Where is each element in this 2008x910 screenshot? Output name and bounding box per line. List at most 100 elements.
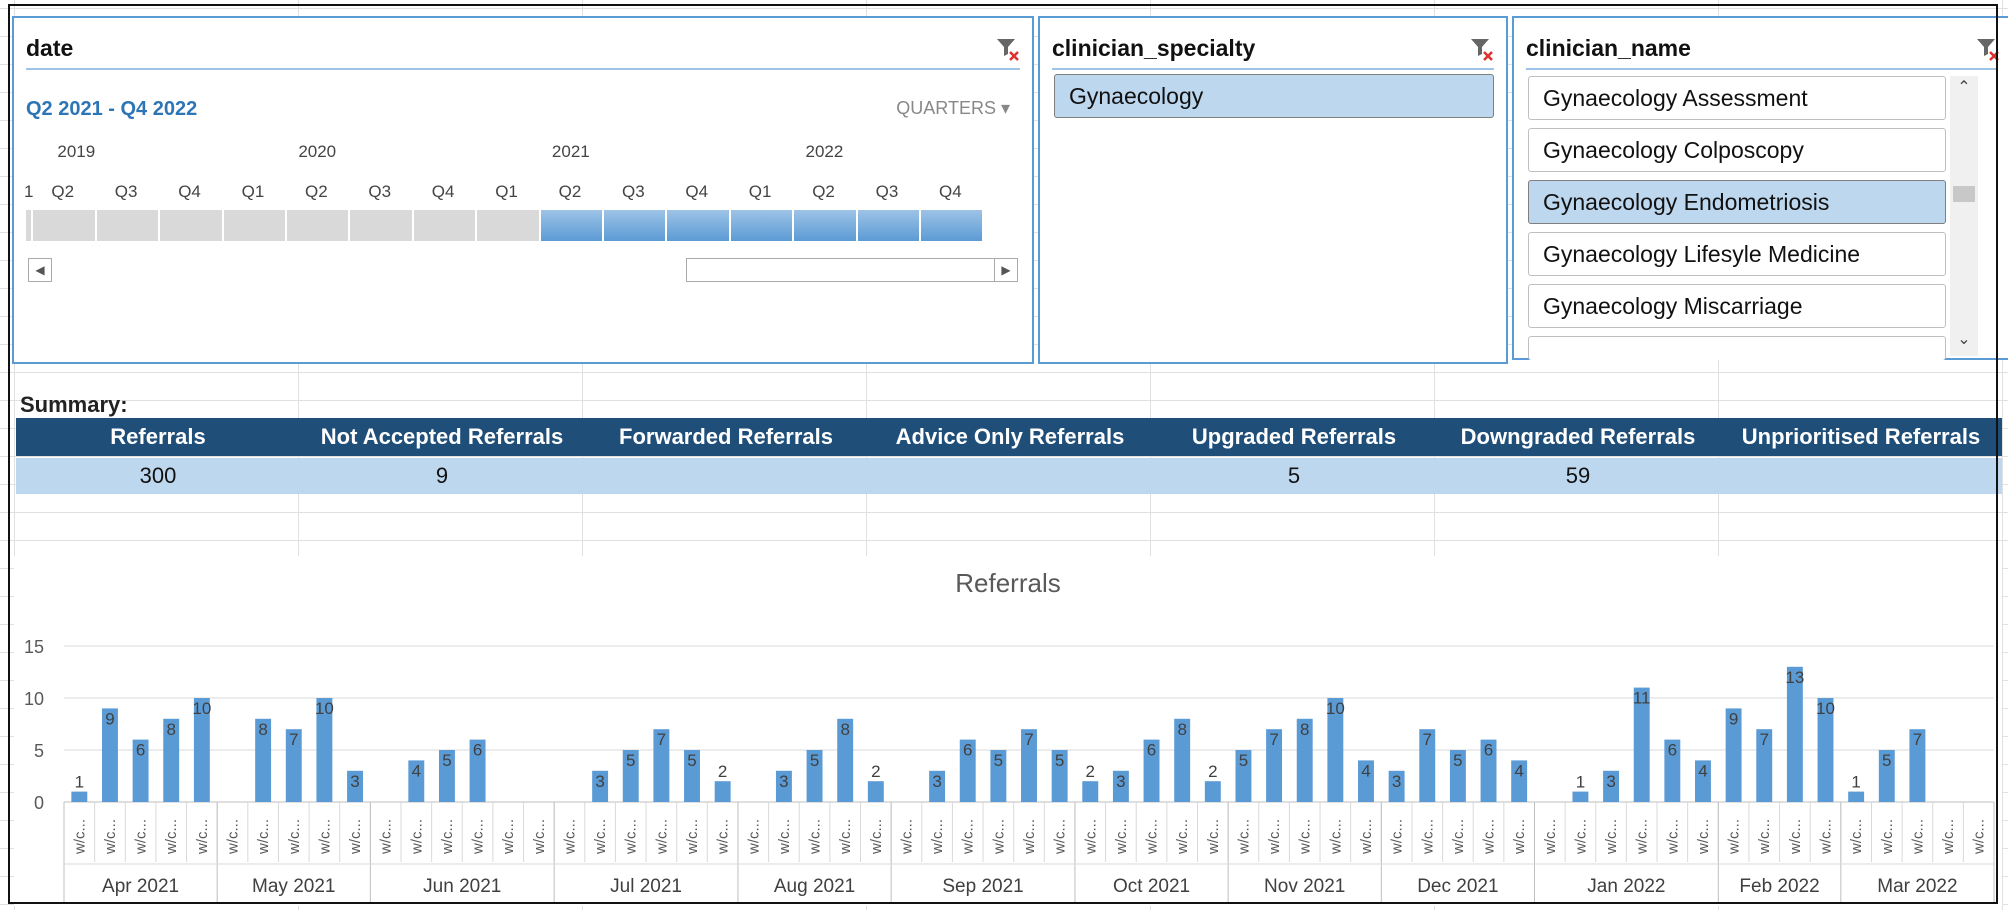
summary-value-downgraded[interactable]: 59 [1436,458,1720,494]
timeline-quarter-bar[interactable] [921,210,985,241]
timeline-quarter-bar[interactable] [287,210,351,241]
chart-bar [71,791,88,802]
scroll-left-icon[interactable]: ◀ [28,258,52,282]
x-month-label: Oct 2021 [1113,876,1190,897]
bar-data-label: 2 [871,762,880,781]
timeline-quarter-bar[interactable] [477,210,541,241]
x-tick-label: w/c... [990,819,1007,855]
name-item-assessment[interactable]: Gynaecology Assessment [1528,76,1946,120]
name-item-lifestyle-medicine[interactable]: Gynaecology Lifesyle Medicine [1528,232,1946,276]
name-item-partial[interactable] [1528,336,1946,360]
name-item-label: Gynaecology Colposcopy [1543,137,1804,163]
bar-data-label: 1 [1851,773,1860,792]
summary-value-advice-only[interactable] [868,458,1152,494]
x-tick-label: w/c... [163,819,180,855]
bar-data-label: 6 [1668,741,1677,760]
x-tick-label: w/c... [623,819,640,855]
x-tick-label: w/c... [1542,819,1559,855]
scroll-right-icon[interactable]: ▶ [994,258,1018,282]
timeline-quarter-bar[interactable] [350,210,414,241]
bar-data-label: 2 [1086,762,1095,781]
bar-data-label: 7 [657,730,666,749]
x-tick-label: w/c... [1572,819,1589,855]
summary-value-referrals[interactable]: 300 [16,458,300,494]
x-tick-label: w/c... [1113,819,1130,855]
bar-data-label: 3 [1606,772,1615,791]
timeline-quarter-bar[interactable] [667,210,731,241]
summary-header-not-accepted: Not Accepted Referrals [320,424,564,449]
bar-data-label: 7 [1423,730,1432,749]
x-month-label: Jan 2022 [1587,876,1665,897]
bar-data-label: 10 [315,699,334,718]
bar-data-label: 5 [994,751,1003,770]
name-slicer-title: clinician_name [1526,35,1691,61]
timeline-quarter-label: Q1 [495,182,518,201]
timeline-year-label: 2020 [298,142,337,161]
x-tick-label: w/c... [316,819,333,855]
chart-bar [867,781,884,802]
specialty-item-gynaecology[interactable]: Gynaecology [1054,74,1494,118]
bar-data-label: 2 [718,762,727,781]
timeline-quarter-bar[interactable] [33,210,97,241]
bar-data-label: 3 [1116,772,1125,791]
bar-data-label: 5 [810,751,819,770]
name-item-colposcopy[interactable]: Gynaecology Colposcopy [1528,128,1946,172]
x-tick-label: w/c... [1726,819,1743,855]
timeline-quarter-bar[interactable] [540,210,604,241]
chart-bar [1572,791,1589,802]
x-tick-label: w/c... [1634,819,1651,855]
bar-data-label: 7 [289,730,298,749]
bar-data-label: 3 [350,772,359,791]
x-tick-label: w/c... [1664,819,1681,855]
x-tick-label: w/c... [500,819,517,855]
bar-data-label: 3 [1392,772,1401,791]
name-item-endometriosis[interactable]: Gynaecology Endometriosis [1528,180,1946,224]
summary-value-forwarded[interactable] [584,458,868,494]
x-month-label: Jun 2021 [423,876,501,897]
chart-bar [714,781,731,802]
bar-data-label: 4 [412,761,421,780]
x-tick-label: w/c... [684,819,701,855]
timeline-quarter-bar[interactable] [413,210,478,241]
timeline-quarter-bar[interactable] [730,210,795,241]
specialty-slicer-title: clinician_specialty [1052,35,1256,61]
name-list-scrollbar[interactable]: ⌃ ⌄ [1950,76,1978,356]
scroll-down-icon[interactable]: ⌄ [1950,328,1978,352]
scrollbar-thumb[interactable] [1953,186,1975,202]
timeline-quarter-bar[interactable] [604,210,668,241]
scroll-up-icon[interactable]: ⌃ [1950,76,1978,100]
summary-header-advice-only: Advice Only Referrals [895,424,1125,449]
date-range-label: Q2 2021 - Q4 2022 [26,98,198,120]
x-tick-label: w/c... [1756,819,1773,855]
time-level-dropdown[interactable]: QUARTERS ▾ [896,98,1010,119]
timeline-quarter-bar[interactable] [794,210,858,241]
x-tick-label: w/c... [1848,819,1865,855]
bar-data-label: 8 [1177,720,1186,739]
bar-data-label: 6 [1147,741,1156,760]
bar-data-label: 2 [1208,762,1217,781]
timeline-quarter-bar[interactable] [223,210,287,241]
summary-value-upgraded[interactable]: 5 [1152,458,1436,494]
summary-header-unprioritised: Unprioritised Referrals [1741,424,1981,449]
bar-data-label: 5 [626,751,635,770]
x-tick-label: w/c... [1205,819,1222,855]
timeline-scrollbar-thumb[interactable] [686,258,996,282]
timeline-quarter-label: Q4 [685,182,709,201]
summary-value-unprioritised[interactable] [1720,458,2002,494]
date-timeline-slicer[interactable]: date Q2 2021 - Q4 2022 QUARTERS ▾ 2019 20… [12,16,1034,364]
summary-value-not-accepted[interactable]: 9 [300,458,584,494]
bar-data-label: 7 [1913,730,1922,749]
timeline-quarter-bar[interactable] [160,210,224,241]
x-tick-label: w/c... [837,819,854,855]
timeline-quarter-bar[interactable] [96,210,161,241]
bar-data-label: 10 [1326,699,1345,718]
clear-filter-icon[interactable] [994,36,1020,62]
bar-data-label: 6 [136,741,145,760]
timeline-quarter-bar[interactable] [857,210,921,241]
referrals-chart[interactable]: Referrals 0 5 10 15 1 w/c... 9 w/c... 6 w/c... 8 w/c… [14,556,2002,906]
name-slicer-header: clinician_name [1526,28,1999,70]
name-item-miscarriage[interactable]: Gynaecology Miscarriage [1528,284,1946,328]
clear-filter-icon[interactable] [1468,36,1494,62]
clear-filter-icon[interactable] [1974,36,2000,62]
timeline-quarter-bar[interactable] [26,210,34,241]
